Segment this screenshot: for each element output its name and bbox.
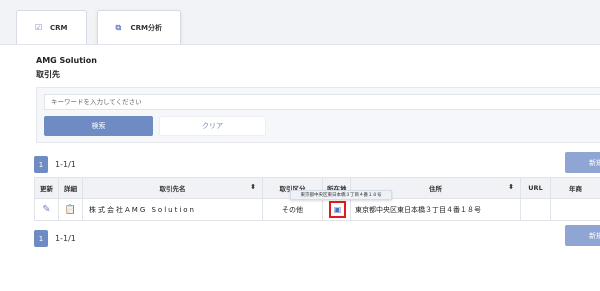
address-cell: 東京都中央区東日本橋３丁目４番１８号 [350,198,521,221]
pencil-icon[interactable]: ✎ [42,204,50,215]
page-number-button[interactable]: 1 [34,156,48,173]
new-button-bottom[interactable]: 新規 [565,225,600,246]
clipboard-icon[interactable]: 📋 [65,205,76,215]
tab-crm-label: CRM [50,23,68,32]
search-button[interactable]: 検索 [44,116,153,136]
edit-cell: ✎ [34,198,59,221]
tab-bar: ☑ CRM ⧉ CRM分析 [16,10,181,44]
page-range: 1-1/1 [55,234,76,243]
column-header-annual-sales: 年商 [550,177,600,199]
clear-button[interactable]: クリア [159,116,266,136]
search-input[interactable] [44,94,600,110]
tab-crm-analysis-label: CRM分析 [130,23,163,32]
page-number-button[interactable]: 1 [34,230,48,247]
check-square-icon: ☑ [35,23,43,32]
url-cell [520,198,551,221]
annual-sales-cell [550,198,600,221]
column-header-company-label: 取引先名 [159,185,186,193]
pagination-bottom: 1 1-1/1 [34,230,76,247]
address-tooltip: 東京都中央区東日本橋３丁目４番１８号 [290,190,392,200]
page-title: 取引先 [36,70,60,79]
location-cell: ▣ [322,198,351,221]
column-header-url: URL [520,177,551,199]
page-range: 1-1/1 [55,160,76,169]
column-header-update: 更新 [34,177,59,199]
new-button-top[interactable]: 新規 [565,152,600,173]
detail-cell: 📋 [58,198,83,221]
table-row: ✎ 📋 株式会社AMG Solution その他 ▣ 東京都中央区東日本橋３丁目… [34,198,600,221]
category-cell: その他 [262,198,323,221]
map-icon: ▣ [333,204,342,214]
column-header-company[interactable]: 取引先名 ⬍ [82,177,263,199]
pagination-top: 1 1-1/1 [34,156,76,173]
tab-crm-analysis[interactable]: ⧉ CRM分析 [96,10,181,44]
column-header-detail: 詳細 [58,177,83,199]
content-panel [0,44,600,291]
chart-icon: ⧉ [115,23,122,32]
tab-crm[interactable]: ☑ CRM [16,10,87,44]
org-name: AMG Solution [36,56,97,65]
map-button[interactable]: ▣ [329,201,346,218]
sort-icon[interactable]: ⬍ [250,183,256,191]
company-name-cell: 株式会社AMG Solution [82,198,263,221]
sort-icon[interactable]: ⬍ [508,183,514,191]
column-header-address-label: 住所 [429,185,442,193]
